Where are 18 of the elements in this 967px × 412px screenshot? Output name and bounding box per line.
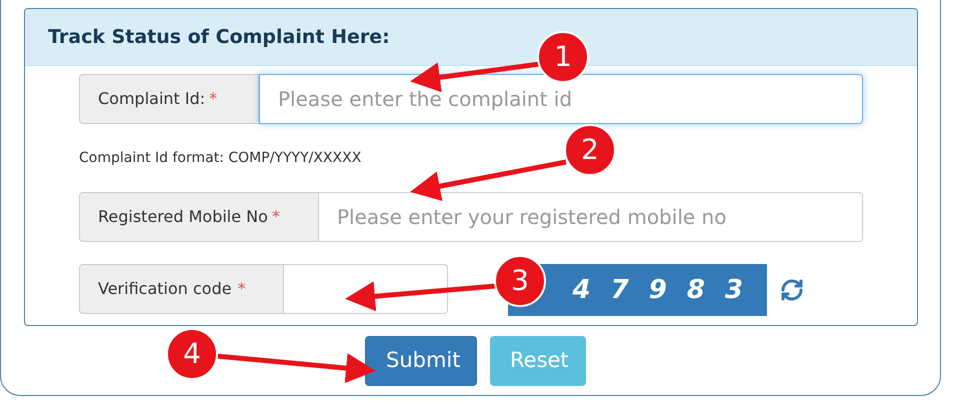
format-hint: Complaint Id format: COMP/YYYY/XXXXX <box>79 149 362 168</box>
annotation-marker <box>494 255 546 307</box>
panel-title: Track Status of Complaint Here: <box>48 24 390 50</box>
input-field[interactable]: Please enter your registered mobile no <box>319 192 863 242</box>
annotation-marker <box>166 328 218 380</box>
annotation-number: 4 <box>182 337 202 371</box>
annotation-marker <box>537 31 589 83</box>
annotation-number: 1 <box>553 40 573 74</box>
annotation-number: 3 <box>510 264 530 298</box>
submit-button[interactable]: Submit <box>365 336 477 386</box>
input-field[interactable] <box>284 264 448 314</box>
field-label: Verification code * <box>79 264 284 314</box>
field-label: Registered Mobile No * <box>79 192 319 242</box>
refresh-icon[interactable] <box>780 278 804 302</box>
input-field[interactable]: Please enter the complaint id <box>259 74 863 124</box>
field-label: Complaint Id: * <box>79 74 259 124</box>
annotation-marker <box>564 124 616 176</box>
annotation-number: 2 <box>580 133 600 167</box>
